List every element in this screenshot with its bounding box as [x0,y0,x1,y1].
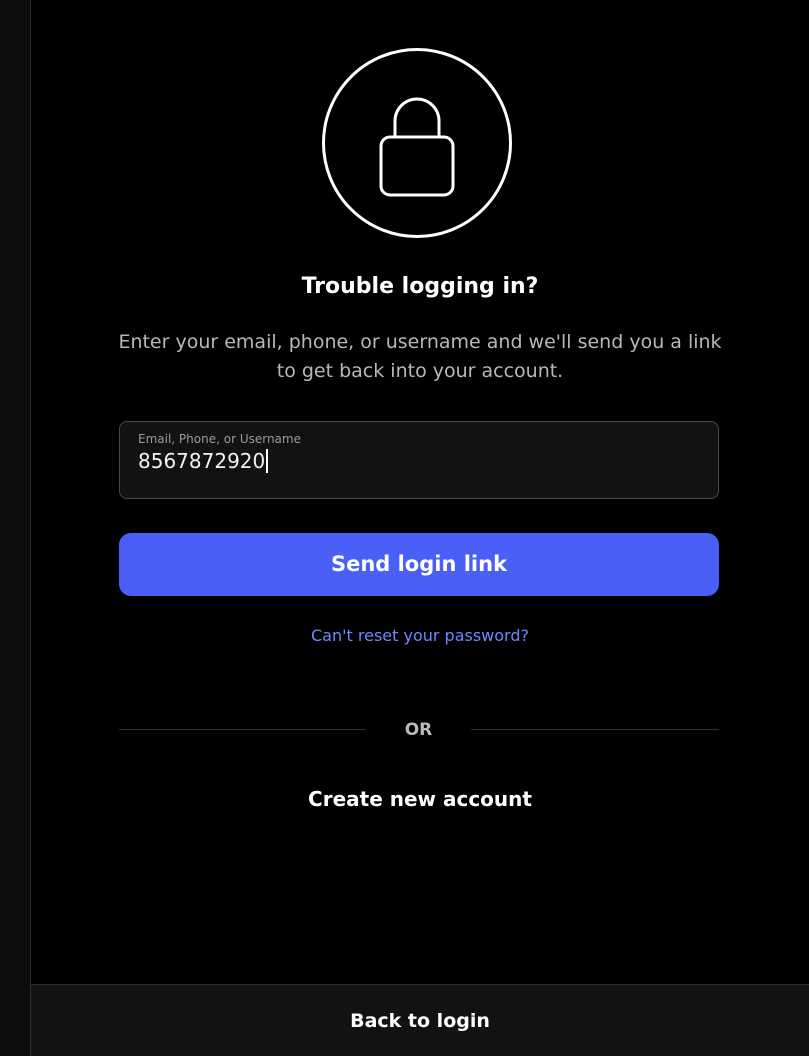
divider-left [119,729,366,730]
password-reset-panel: Trouble logging in? Enter your email, ph… [31,0,809,1056]
lock-icon [322,48,512,238]
create-new-account-link[interactable]: Create new account [31,785,809,813]
cant-reset-password-link[interactable]: Can't reset your password? [31,624,809,648]
page: Trouble logging in? Enter your email, ph… [0,0,809,1056]
instructions-text: Enter your email, phone, or username and… [118,331,722,382]
identifier-input[interactable]: Email, Phone, or Username 8567872920 [119,421,719,499]
back-to-login-link[interactable]: Back to login [31,1007,809,1035]
divider-right [471,729,719,730]
lock-glyph [379,97,455,197]
left-window-edge [0,0,31,1056]
footer-bar: Back to login [31,984,809,1056]
identifier-input-label: Email, Phone, or Username [138,432,301,446]
identifier-input-value[interactable]: 8567872920 [138,448,265,474]
text-caret [266,449,269,473]
or-divider-label: OR [404,720,433,740]
identifier-input-value-wrap[interactable]: 8567872920 [138,448,269,474]
page-title: Trouble logging in? [301,274,539,299]
send-login-link-button[interactable]: Send login link [119,533,719,596]
